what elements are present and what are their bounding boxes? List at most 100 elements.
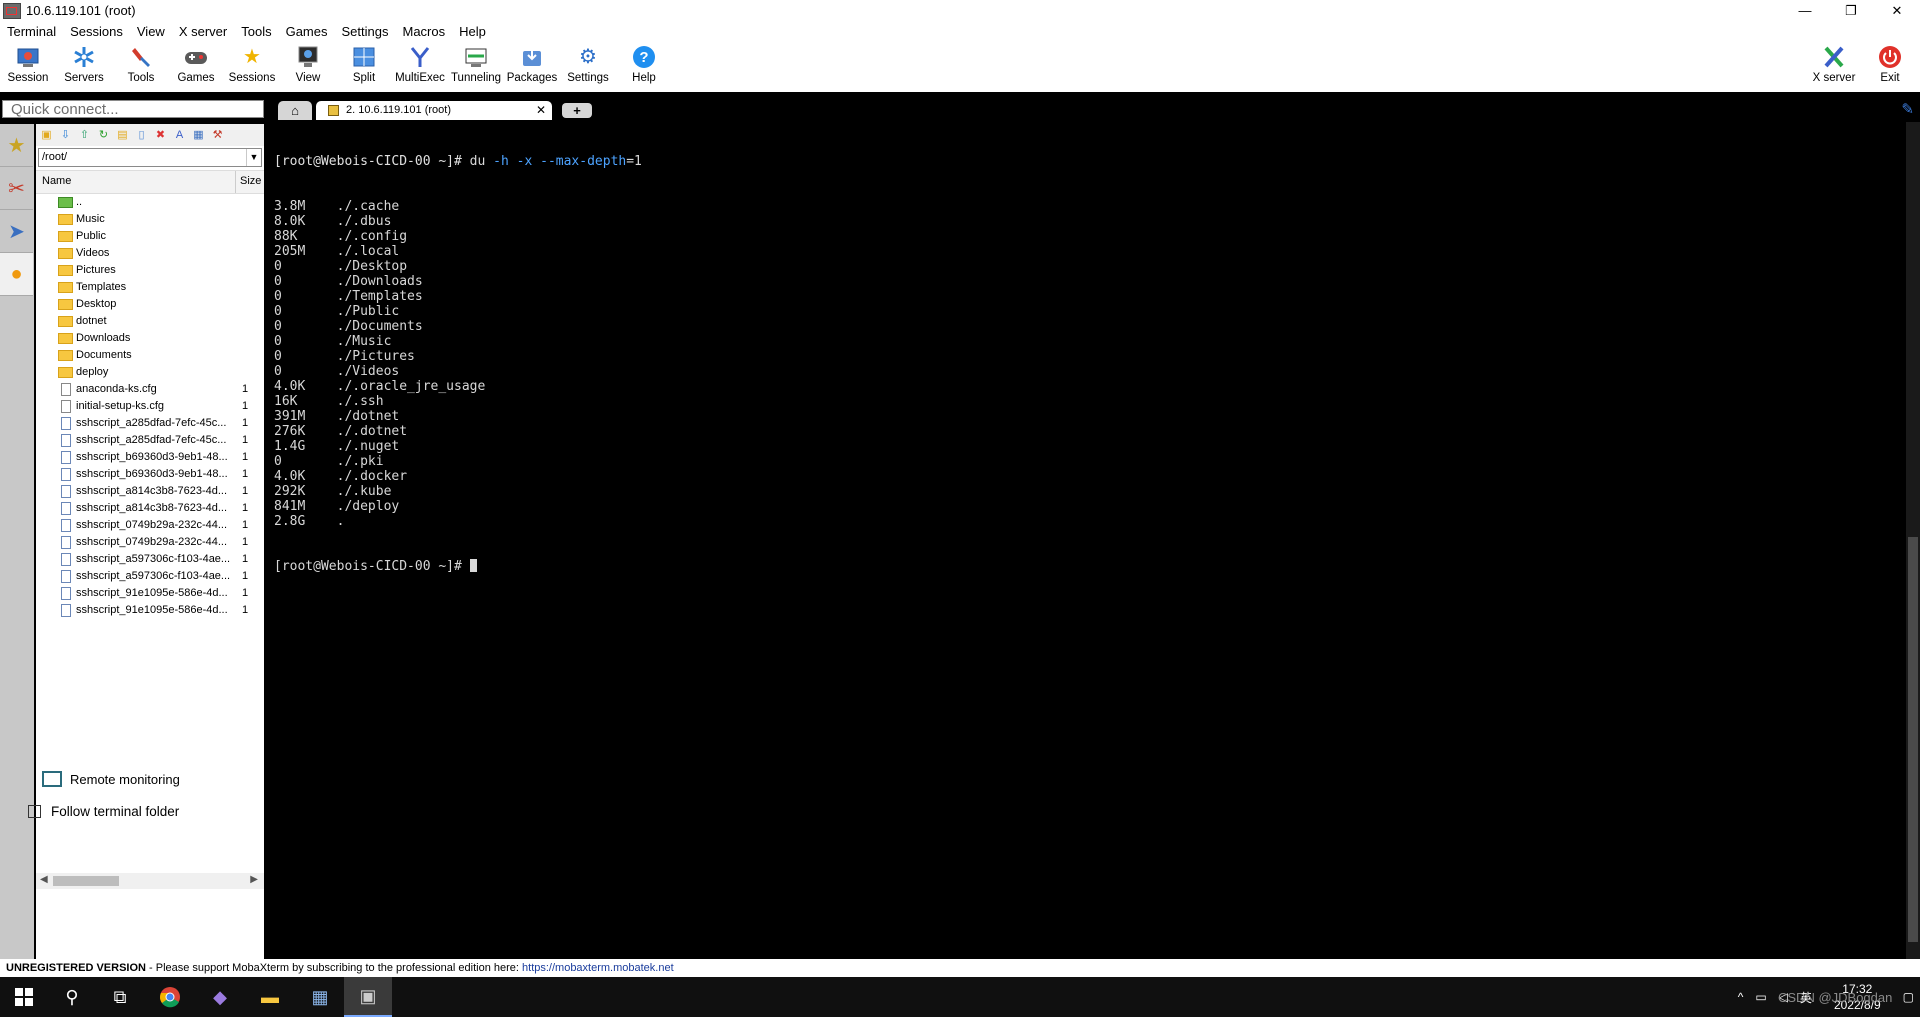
scroll-right-icon[interactable]: ▶ [250, 874, 258, 885]
file-row[interactable]: deploy [36, 364, 264, 381]
file-row[interactable]: sshscript_b69360d3-9eb1-48... 1 [36, 466, 264, 483]
chrome-taskbar-button[interactable] [146, 977, 194, 1017]
menu-terminal[interactable]: Terminal [0, 24, 63, 39]
file-row[interactable]: Pictures [36, 262, 264, 279]
file-row[interactable]: .. [36, 194, 264, 211]
file-row[interactable]: sshscript_a285dfad-7efc-45c... 1 [36, 415, 264, 432]
quick-connect-input[interactable]: Quick connect... [2, 100, 264, 118]
folder-icon [58, 231, 73, 242]
upload-icon[interactable]: ⇧ [78, 129, 91, 142]
tools-button[interactable]: Tools [113, 44, 169, 90]
file-row[interactable]: sshscript_0749b29a-232c-44... 1 [36, 517, 264, 534]
file-row[interactable]: Music [36, 211, 264, 228]
search-button[interactable]: ⚲ [48, 977, 96, 1017]
explorer-taskbar-button[interactable]: ▬ [246, 977, 294, 1017]
file-name: sshscript_a597306c-f103-4ae... [76, 553, 231, 565]
file-row[interactable]: Public [36, 228, 264, 245]
file-row[interactable]: sshscript_91e1095e-586e-4d... 1 [36, 585, 264, 602]
multiexec-button[interactable]: MultiExec [392, 44, 448, 90]
file-row[interactable]: initial-setup-ks.cfg 1 [36, 398, 264, 415]
file-row[interactable]: sshscript_a814c3b8-7623-4d... 1 [36, 500, 264, 517]
file-row[interactable]: sshscript_b69360d3-9eb1-48... 1 [36, 449, 264, 466]
permissions-icon[interactable]: ▦ [192, 129, 205, 142]
close-tab-icon[interactable]: ✕ [536, 101, 546, 120]
output-line: 88K ./.config [274, 229, 408, 244]
follow-terminal-checkbox[interactable] [28, 805, 41, 818]
menu-x-server[interactable]: X server [172, 24, 234, 39]
sidebar-tab-macros[interactable]: ➤ [0, 210, 33, 253]
app-taskbar-button[interactable]: ▦ [296, 977, 344, 1017]
mobaxterm-taskbar-button[interactable]: ▣ [344, 977, 392, 1017]
file-row[interactable]: sshscript_0749b29a-232c-44... 1 [36, 534, 264, 551]
notification-icon[interactable]: ▢ [1903, 990, 1914, 1004]
column-name[interactable]: Name [42, 175, 71, 187]
task-view-button[interactable]: ⧉ [96, 977, 144, 1017]
chevron-up-icon[interactable]: ^ [1738, 990, 1744, 1004]
menu-macros[interactable]: Macros [395, 24, 452, 39]
minimize-button[interactable]: — [1782, 0, 1828, 21]
follow-terminal-folder[interactable]: Follow terminal folder [28, 804, 179, 819]
chevron-down-icon[interactable]: ▼ [246, 149, 261, 166]
packages-button[interactable]: Packages [504, 44, 560, 90]
restore-button[interactable]: ❐ [1828, 0, 1874, 21]
file-row[interactable]: Documents [36, 347, 264, 364]
paperclip-icon[interactable]: ✎ [1901, 100, 1914, 118]
start-button[interactable] [0, 977, 48, 1017]
menu-help[interactable]: Help [452, 24, 493, 39]
scroll-left-icon[interactable]: ◀ [40, 874, 48, 885]
terminal-area[interactable]: [root@Webois-CICD-00 ~]# du -h -x --max-… [266, 122, 1906, 959]
mobaxterm-link[interactable]: https://mobaxterm.mobatek.net [522, 962, 674, 974]
games-button[interactable]: Games [168, 44, 224, 90]
help-button[interactable]: ? Help [616, 44, 672, 90]
menu-settings[interactable]: Settings [335, 24, 396, 39]
menu-sessions[interactable]: Sessions [63, 24, 130, 39]
sidebar-tab-sftp[interactable]: ● [0, 253, 33, 296]
tab-session-2[interactable]: 2. 10.6.119.101 (root) ✕ [316, 101, 552, 120]
network-icon[interactable]: ▭ [1755, 990, 1766, 1004]
new-file-icon[interactable]: ▯ [135, 129, 148, 142]
file-row[interactable]: dotnet [36, 313, 264, 330]
terminal-scroll-thumb[interactable] [1908, 537, 1918, 942]
remote-monitoring-button[interactable]: Remote monitoring [42, 771, 180, 787]
home-tab[interactable]: ⌂ [278, 101, 312, 120]
menu-tools[interactable]: Tools [234, 24, 278, 39]
session-button[interactable]: Session [0, 44, 56, 90]
sidebar-tab-tools[interactable]: ✂ [0, 167, 33, 210]
vs-taskbar-button[interactable]: ◆ [196, 977, 244, 1017]
servers-button[interactable]: Servers [56, 44, 112, 90]
file-row[interactable]: Templates [36, 279, 264, 296]
new-tab-button[interactable]: + [562, 103, 592, 118]
exit-button[interactable]: Exit [1862, 44, 1918, 90]
file-row[interactable]: Desktop [36, 296, 264, 313]
menu-view[interactable]: View [130, 24, 172, 39]
download-icon[interactable]: ⇩ [59, 129, 72, 142]
delete-icon[interactable]: ✖ [154, 129, 167, 142]
refresh-icon[interactable]: ↻ [97, 129, 110, 142]
parent-folder-icon[interactable]: ▣ [40, 129, 53, 142]
file-row[interactable]: sshscript_a597306c-f103-4ae... 1 [36, 551, 264, 568]
sidebar-tab-sessions[interactable]: ★ [0, 124, 33, 167]
file-row[interactable]: sshscript_91e1095e-586e-4d... 1 [36, 602, 264, 619]
rename-icon[interactable]: A [173, 129, 186, 142]
path-selector[interactable]: /root/ ▼ [38, 148, 262, 167]
menu-games[interactable]: Games [279, 24, 335, 39]
x-server-button[interactable]: X server [1806, 44, 1862, 90]
file-row[interactable]: Videos [36, 245, 264, 262]
new-folder-icon[interactable]: ▤ [116, 129, 129, 142]
file-row[interactable]: Downloads [36, 330, 264, 347]
split-button[interactable]: Split [336, 44, 392, 90]
horizontal-scrollbar[interactable]: ◀ ▶ [36, 873, 264, 889]
column-size[interactable]: Size [240, 175, 261, 187]
file-row[interactable]: sshscript_a285dfad-7efc-45c... 1 [36, 432, 264, 449]
scrollbar-thumb[interactable] [53, 876, 119, 886]
view-button[interactable]: View [280, 44, 336, 90]
close-window-button[interactable]: ✕ [1874, 0, 1920, 21]
file-row[interactable]: sshscript_a814c3b8-7623-4d... 1 [36, 483, 264, 500]
tunneling-button[interactable]: Tunneling [448, 44, 504, 90]
file-row[interactable]: sshscript_a597306c-f103-4ae... 1 [36, 568, 264, 585]
settings-button[interactable]: ⚙ Settings [560, 44, 616, 90]
sessions-button[interactable]: ★ Sessions [224, 44, 280, 90]
file-row[interactable]: anaconda-ks.cfg 1 [36, 381, 264, 398]
terminal-scrollbar[interactable] [1906, 122, 1920, 959]
properties-icon[interactable]: ⚒ [211, 129, 224, 142]
